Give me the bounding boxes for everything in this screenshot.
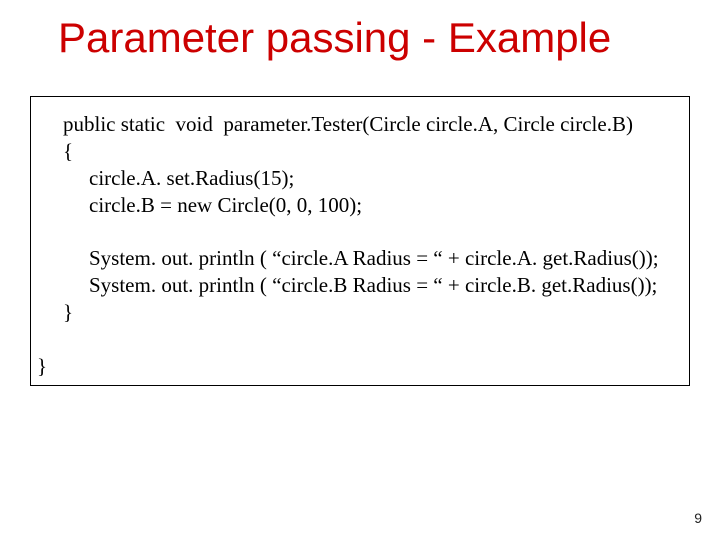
code-line-open-brace: {	[63, 139, 73, 163]
code-line-close-outer: }	[37, 354, 47, 378]
code-box: public static void parameter.Tester(Circ…	[30, 96, 690, 386]
code-line-println-b: System. out. println ( “circle.B Radius …	[63, 272, 657, 299]
slide: Parameter passing - Example public stati…	[0, 0, 720, 540]
slide-title: Parameter passing - Example	[58, 14, 690, 62]
code-line-close-inner: }	[63, 300, 73, 324]
code-line-new-circle: circle.B = new Circle(0, 0, 100);	[63, 192, 362, 219]
code-line-set-radius: circle.A. set.Radius(15);	[63, 165, 294, 192]
code-line-println-a: System. out. println ( “circle.A Radius …	[63, 245, 659, 272]
page-number: 9	[694, 510, 702, 526]
code-line-signature: public static void parameter.Tester(Circ…	[63, 112, 633, 136]
